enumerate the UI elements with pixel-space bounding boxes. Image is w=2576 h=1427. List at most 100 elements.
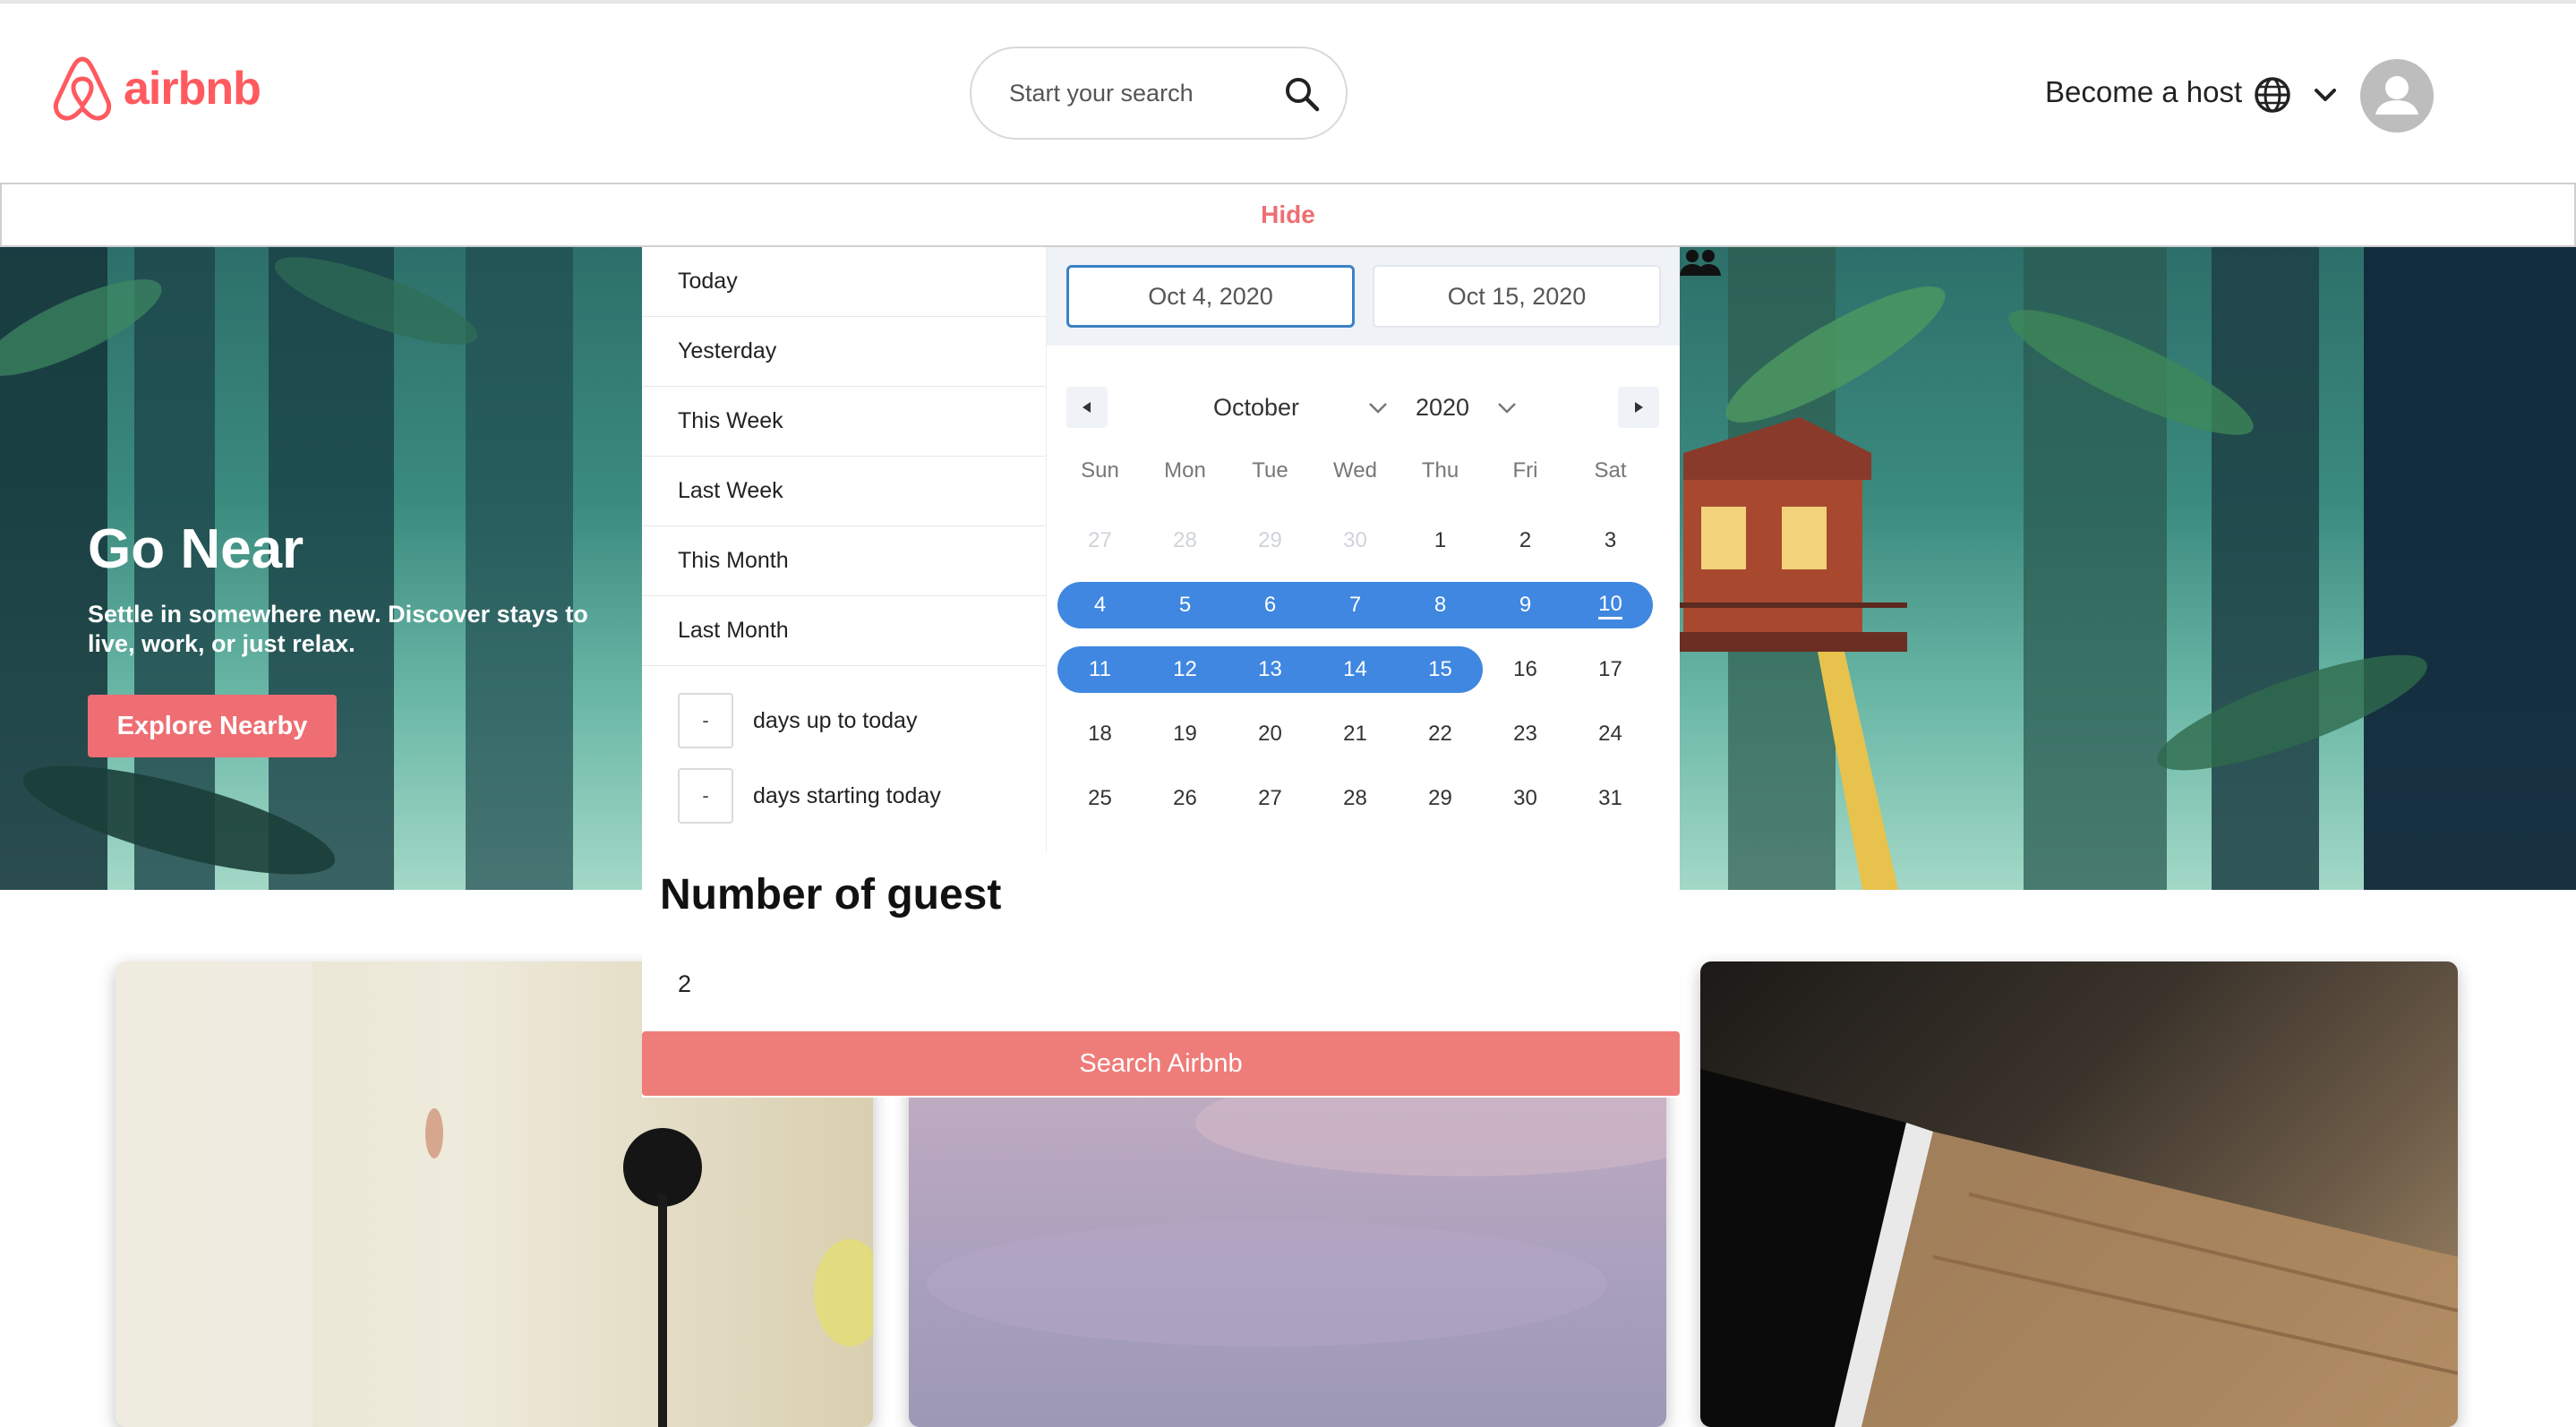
calendar-day[interactable]: 17 <box>1568 646 1653 693</box>
calendar-day[interactable]: 30 <box>1483 775 1568 822</box>
calendar-day[interactable]: 15 <box>1398 646 1483 693</box>
calendar-day[interactable]: 9 <box>1483 582 1568 628</box>
globe-icon[interactable] <box>2253 75 2292 115</box>
start-date-input[interactable]: Oct 4, 2020 <box>1066 265 1355 328</box>
days-up-label: days up to today <box>753 707 918 733</box>
header: airbnb Become a host <box>0 4 2576 183</box>
calendar-day[interactable]: 2 <box>1483 517 1568 564</box>
calendar-day-label: 26 <box>1173 786 1197 810</box>
preset-last-week[interactable]: Last Week <box>642 457 1046 526</box>
next-month-button[interactable] <box>1618 387 1659 428</box>
weekday-sun: Sun <box>1081 458 1119 483</box>
hero-title: Go Near <box>88 518 304 580</box>
avatar[interactable] <box>2360 59 2434 132</box>
calendar-day-label: 2 <box>1519 528 1532 552</box>
days-start-input[interactable]: - <box>678 768 733 824</box>
airbnb-logo[interactable]: airbnb <box>50 54 261 124</box>
chevron-down-icon[interactable] <box>2312 84 2339 106</box>
calendar-day[interactable]: 11 <box>1057 646 1143 693</box>
calendar-day-label: 14 <box>1343 657 1367 681</box>
month-select[interactable]: October <box>1213 394 1299 422</box>
guest-count-input[interactable]: 2 <box>678 970 691 998</box>
calendar-day-label: 5 <box>1178 593 1192 617</box>
calendar-day[interactable]: 27 <box>1057 517 1143 564</box>
calendar-day[interactable]: 16 <box>1483 646 1568 693</box>
explore-nearby-button[interactable]: Explore Nearby <box>88 695 337 757</box>
calendar-day[interactable]: 30 <box>1313 517 1398 564</box>
calendar-day[interactable]: 3 <box>1568 517 1653 564</box>
weekday-mon: Mon <box>1164 458 1206 483</box>
preset-today[interactable]: Today <box>642 247 1046 317</box>
calendar-day-label: 22 <box>1428 722 1452 746</box>
year-chevron-icon[interactable] <box>1496 401 1518 415</box>
search-airbnb-button[interactable]: Search Airbnb <box>642 1031 1680 1096</box>
calendar-day-label: 27 <box>1258 786 1282 810</box>
calendar-day[interactable]: 4 <box>1057 582 1143 628</box>
preset-this-month[interactable]: This Month <box>642 526 1046 596</box>
preset-last-month[interactable]: Last Month <box>642 596 1046 666</box>
calendar-day[interactable]: 26 <box>1143 775 1228 822</box>
calendar-day-label: 29 <box>1258 528 1282 552</box>
calendar-day[interactable]: 6 <box>1228 582 1313 628</box>
calendar-day-label: 7 <box>1348 593 1362 617</box>
calendar-day[interactable]: 13 <box>1228 646 1313 693</box>
people-icon <box>1680 250 1721 276</box>
calendar-day[interactable]: 31 <box>1568 775 1653 822</box>
calendar-day-label: 15 <box>1428 657 1452 681</box>
month-chevron-icon[interactable] <box>1367 401 1389 415</box>
calendar-day[interactable]: 28 <box>1313 775 1398 822</box>
become-host-link[interactable]: Become a host <box>2045 75 2242 109</box>
date-inputs: Oct 4, 2020 Oct 15, 2020 <box>1047 247 1680 346</box>
search-bar[interactable] <box>970 47 1348 140</box>
hide-label[interactable]: Hide <box>1261 201 1315 229</box>
calendar-day-label: 9 <box>1519 593 1532 617</box>
calendar-day[interactable]: 8 <box>1398 582 1483 628</box>
calendar-day-label: 1 <box>1433 528 1447 552</box>
stay-card-3[interactable] <box>1700 961 2458 1427</box>
year-select[interactable]: 2020 <box>1416 394 1469 422</box>
calendar-day[interactable]: 24 <box>1568 711 1653 757</box>
calendar-day-label: 24 <box>1598 722 1622 746</box>
calendar-day-label: 19 <box>1173 722 1197 746</box>
calendar-day-label: 23 <box>1513 722 1537 746</box>
calendar-day-label: 13 <box>1258 657 1282 681</box>
calendar-day[interactable]: 5 <box>1143 582 1228 628</box>
calendar-day[interactable]: 21 <box>1313 711 1398 757</box>
days-up-input[interactable]: - <box>678 693 733 748</box>
calendar-day-label: 31 <box>1598 786 1622 810</box>
calendar-day-label: 6 <box>1263 593 1277 617</box>
calendar-day-label: 3 <box>1604 528 1617 552</box>
preset-yesterday[interactable]: Yesterday <box>642 317 1046 387</box>
prev-month-button[interactable] <box>1066 387 1108 428</box>
calendar-day[interactable]: 18 <box>1057 711 1143 757</box>
hide-bar[interactable]: Hide <box>0 183 2576 247</box>
calendar-day[interactable]: 27 <box>1228 775 1313 822</box>
calendar-day[interactable]: 10 <box>1568 582 1653 628</box>
calendar-day[interactable]: 23 <box>1483 711 1568 757</box>
calendar-day[interactable]: 28 <box>1143 517 1228 564</box>
end-date-input[interactable]: Oct 15, 2020 <box>1373 265 1661 328</box>
calendar-day[interactable]: 29 <box>1398 775 1483 822</box>
triangle-left-icon <box>1083 402 1091 413</box>
search-icon[interactable] <box>1281 73 1322 115</box>
days-up-to-today-row: - days up to today <box>678 693 917 748</box>
calendar-day[interactable]: 7 <box>1313 582 1398 628</box>
calendar-day-label: 25 <box>1088 786 1112 810</box>
preset-this-week[interactable]: This Week <box>642 387 1046 457</box>
calendar-day[interactable]: 22 <box>1398 711 1483 757</box>
weekday-wed: Wed <box>1333 458 1377 483</box>
calendar-day[interactable]: 14 <box>1313 646 1398 693</box>
search-input[interactable] <box>1007 78 1267 108</box>
calendar-day[interactable]: 12 <box>1143 646 1228 693</box>
calendar-day-label: 4 <box>1093 593 1107 617</box>
calendar-day[interactable]: 1 <box>1398 517 1483 564</box>
guest-title: Number of guest <box>660 871 1002 919</box>
calendar-day[interactable]: 29 <box>1228 517 1313 564</box>
triangle-right-icon <box>1635 402 1643 413</box>
calendar-day[interactable]: 20 <box>1228 711 1313 757</box>
calendar-day[interactable]: 19 <box>1143 711 1228 757</box>
calendar-day[interactable]: 25 <box>1057 775 1143 822</box>
calendar-day-label: 8 <box>1433 593 1447 617</box>
airbnb-logo-icon <box>53 56 112 121</box>
guest-section: Number of guest 2 Search Airbnb <box>642 852 1680 1098</box>
